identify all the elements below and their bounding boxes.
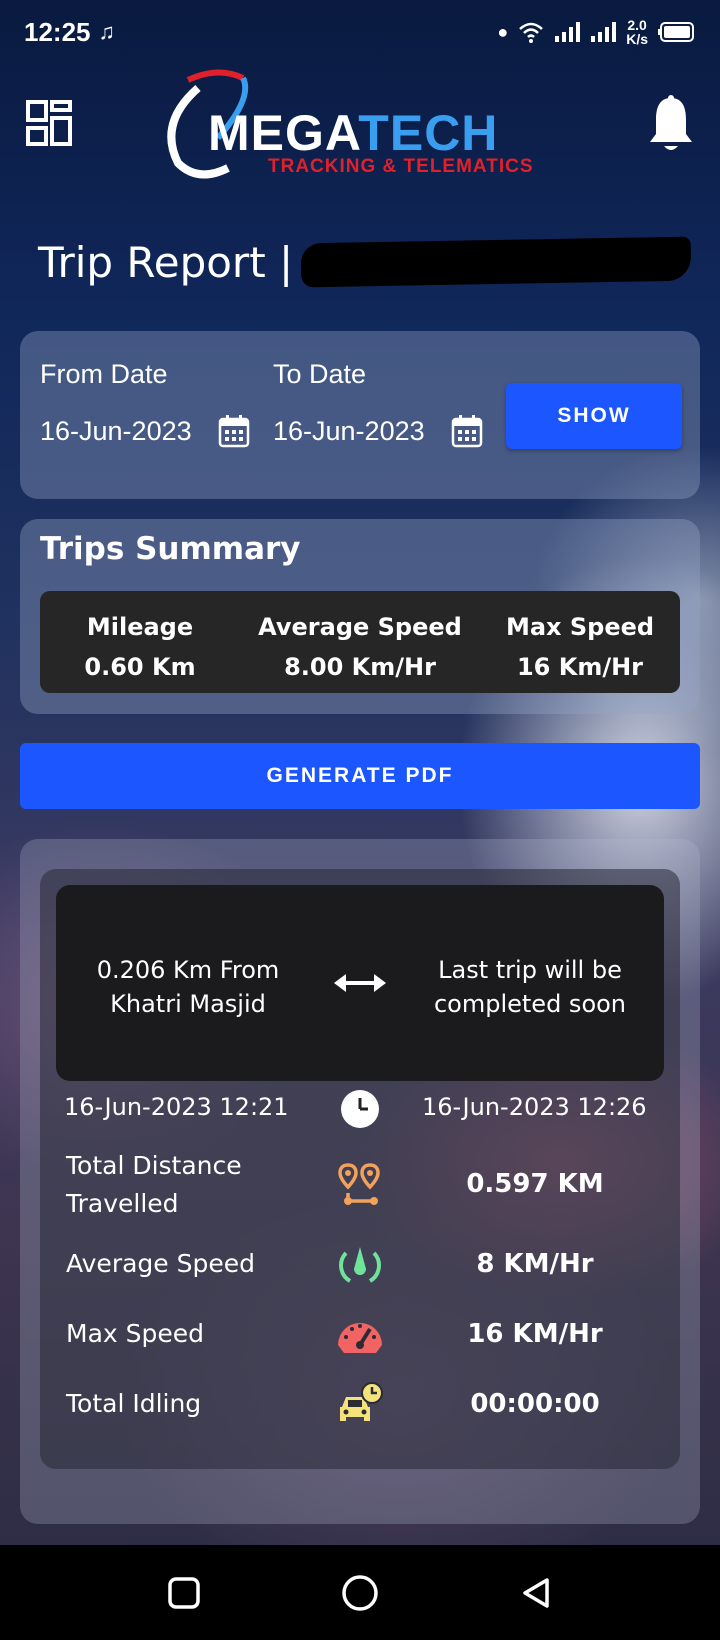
summary-max-speed: Max Speed 16 Km/Hr bbox=[480, 591, 680, 693]
logo-tech: TECH bbox=[358, 105, 499, 161]
signal-1-icon bbox=[555, 22, 581, 42]
trip-from-text: 0.206 Km From Khatri Masjid bbox=[96, 956, 280, 1018]
from-date-value[interactable]: 16-Jun-2023 bbox=[40, 416, 192, 447]
to-date-label: To Date bbox=[273, 359, 367, 389]
net-speed-unit: K/s bbox=[626, 31, 648, 47]
stat-label: Average Speed bbox=[66, 1249, 255, 1278]
from-date-group: From Date 16-Jun-2023 bbox=[40, 359, 250, 448]
car-clock-icon bbox=[340, 1382, 383, 1421]
stat-value: 8 KM/Hr bbox=[476, 1249, 594, 1279]
logo-mega: MEGA bbox=[208, 105, 359, 161]
system-nav-bar bbox=[0, 1545, 720, 1640]
trips-summary-card: Trips Summary Mileage 0.60 Km Average Sp… bbox=[20, 519, 700, 714]
summary-average-speed: Average Speed 8.00 Km/Hr bbox=[240, 591, 480, 693]
battery-icon bbox=[658, 22, 694, 42]
redacted-vehicle-id bbox=[300, 236, 692, 288]
megatech-logo: MEGATECH TRACKING & TELEMATICS bbox=[158, 68, 563, 180]
status-time: 12:25 bbox=[24, 16, 91, 47]
calendar-icon[interactable] bbox=[451, 414, 483, 448]
summary-label: Mileage bbox=[86, 613, 194, 641]
stat-label: Max Speed bbox=[66, 1319, 205, 1348]
trip-end-time: 16-Jun-2023 12:26 bbox=[422, 1093, 647, 1121]
from-date-label: From Date bbox=[40, 359, 168, 389]
music-note-icon: ♫ bbox=[98, 19, 116, 44]
stat-max-speed: Max Speed 16 KM/Hr bbox=[40, 1307, 680, 1367]
net-speed-value: 2.0 bbox=[627, 17, 647, 33]
clock-icon bbox=[341, 1090, 379, 1128]
summary-value: 0.60 Km bbox=[84, 653, 196, 681]
stat-value: 0.597 KM bbox=[466, 1169, 604, 1199]
summary-label: Average Speed bbox=[258, 613, 462, 641]
stat-total-idling: Total Idling 00:00:00 bbox=[40, 1377, 680, 1437]
stat-value: 00:00:00 bbox=[470, 1389, 600, 1419]
dot-icon: ● bbox=[497, 21, 509, 42]
status-bar: 12:25 ♫ ● 2.0 K/s bbox=[0, 0, 720, 64]
logo-wordmark: MEGATECH bbox=[208, 104, 498, 162]
stat-label: Total Idling bbox=[66, 1389, 202, 1418]
page-title-row: Trip Report | bbox=[38, 232, 692, 292]
stat-value: 16 KM/Hr bbox=[467, 1319, 603, 1349]
stat-average-speed: Average Speed 8 KM/Hr bbox=[40, 1237, 680, 1297]
stat-label: Total Distance Travelled bbox=[66, 1151, 242, 1218]
to-date-group: To Date 16-Jun-2023 bbox=[273, 359, 483, 448]
back-icon[interactable] bbox=[519, 1576, 553, 1610]
stat-total-distance: Total Distance Travelled 0.597 KM bbox=[40, 1147, 680, 1227]
to-date-value[interactable]: 16-Jun-2023 bbox=[273, 416, 425, 447]
status-icons: ● 2.0 K/s bbox=[497, 18, 696, 46]
page-title: Trip Report | bbox=[38, 237, 294, 287]
recent-apps-icon[interactable] bbox=[167, 1576, 201, 1610]
signal-2-icon bbox=[591, 22, 617, 42]
trip-list-container: 0.206 Km From Khatri Masjid Last trip wi… bbox=[20, 839, 700, 1524]
wifi-icon bbox=[519, 22, 544, 43]
summary-mileage: Mileage 0.60 Km bbox=[40, 591, 240, 693]
logo-subtitle: TRACKING & TELEMATICS bbox=[268, 156, 534, 177]
trip-start-time: 16-Jun-2023 12:21 bbox=[64, 1093, 289, 1121]
speedometer-icon bbox=[338, 1323, 382, 1353]
summary-value: 16 Km/Hr bbox=[516, 653, 644, 681]
grid-menu-icon[interactable] bbox=[26, 100, 72, 146]
trip-card[interactable]: 0.206 Km From Khatri Masjid Last trip wi… bbox=[40, 869, 680, 1469]
trip-to-text: Last trip will be completed soon bbox=[433, 956, 627, 1018]
route-pin-icon bbox=[338, 1163, 380, 1205]
date-filter-card: From Date 16-Jun-2023 To Date 16-Jun-202… bbox=[20, 331, 700, 499]
show-button[interactable]: SHOW bbox=[506, 383, 682, 449]
double-arrow-icon bbox=[334, 974, 386, 992]
bell-icon[interactable] bbox=[646, 94, 696, 154]
summary-title: Trips Summary bbox=[40, 531, 301, 567]
trip-time-row: 16-Jun-2023 12:21 16-Jun-2023 12:26 bbox=[40, 1077, 680, 1137]
speed-drop-icon bbox=[339, 1247, 381, 1283]
summary-box: Mileage 0.60 Km Average Speed 8.00 Km/Hr… bbox=[40, 591, 680, 693]
trip-route-box: 0.206 Km From Khatri Masjid Last trip wi… bbox=[56, 885, 664, 1081]
home-icon[interactable] bbox=[341, 1574, 379, 1612]
summary-label: Max Speed bbox=[505, 613, 655, 641]
net-speed: 2.0 K/s bbox=[626, 18, 648, 46]
generate-pdf-button[interactable]: GENERATE PDF bbox=[20, 743, 700, 809]
summary-value: 8.00 Km/Hr bbox=[284, 653, 436, 681]
calendar-icon[interactable] bbox=[218, 414, 250, 448]
